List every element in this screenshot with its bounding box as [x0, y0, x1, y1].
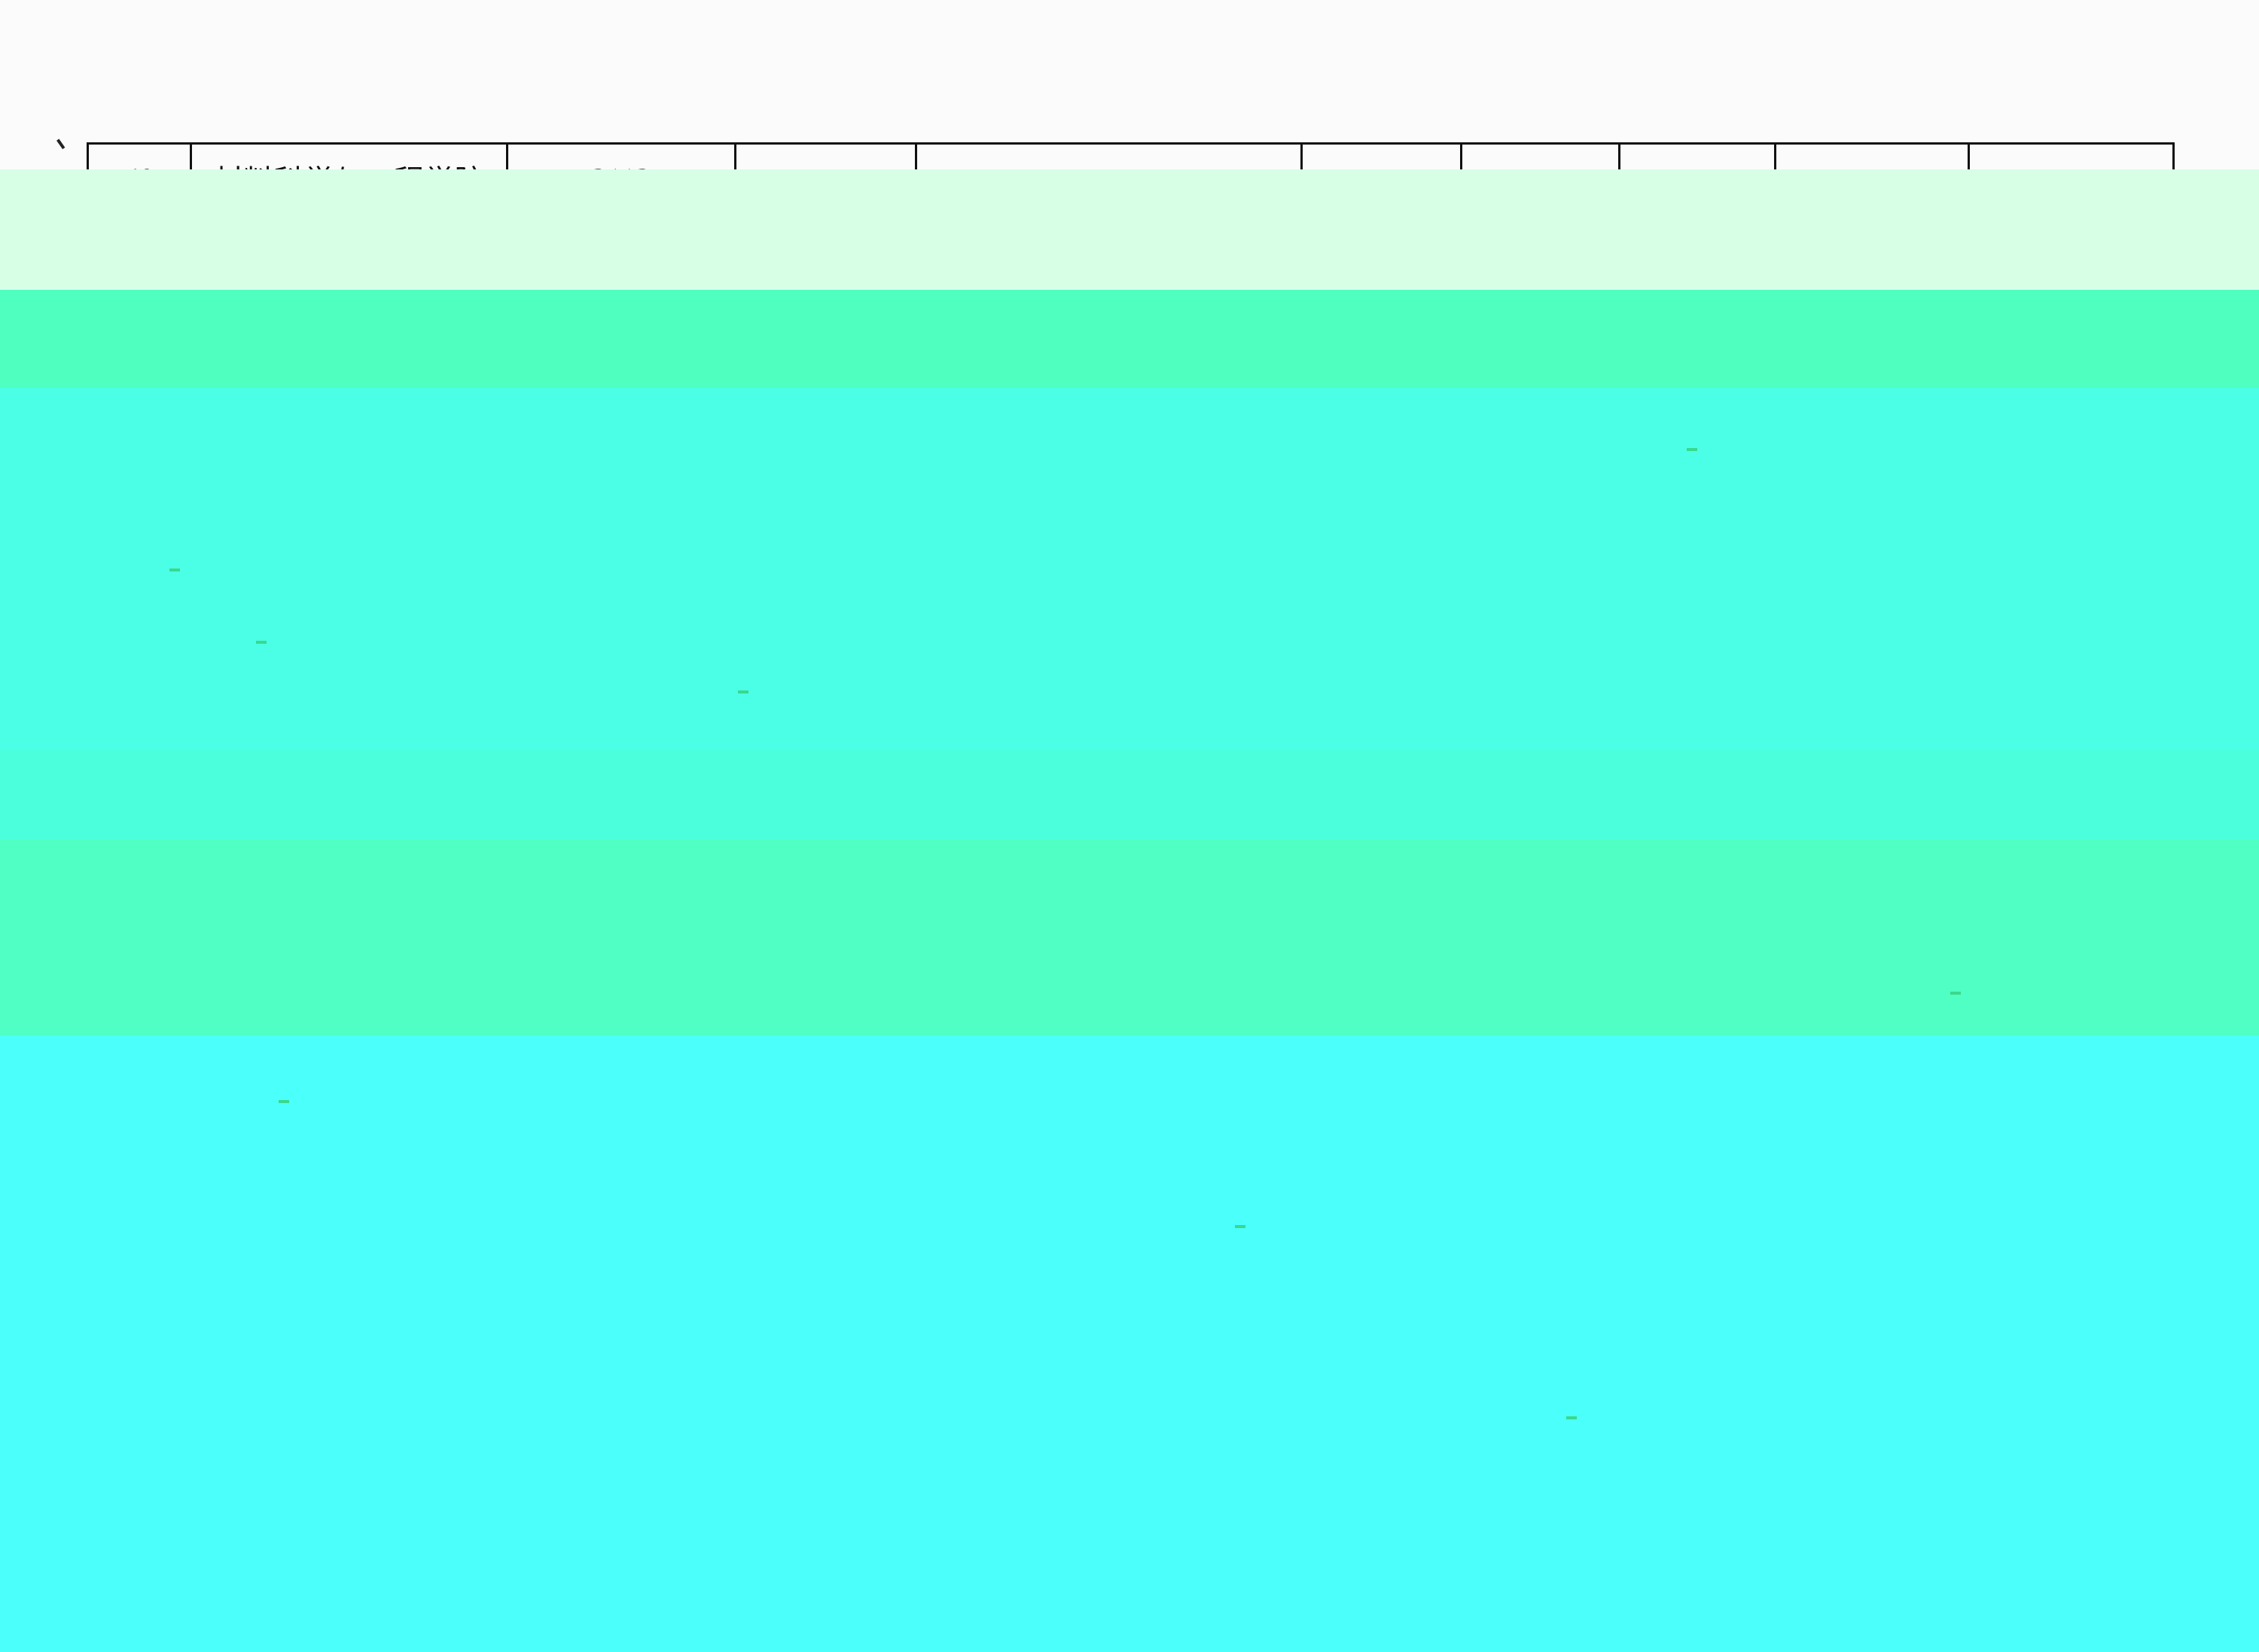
- tick-mark: [56, 135, 70, 150]
- artifact-speck: [1687, 448, 1697, 451]
- overlay-band-cyan-lower: [0, 1035, 2259, 1652]
- artifact-speck: [1235, 1225, 1245, 1228]
- color-overlay: [0, 169, 2259, 1652]
- artifact-speck: [1566, 1416, 1577, 1419]
- document-page-top: 40 材料科学与工程学院 2112: [0, 0, 2259, 215]
- overlay-band-cyan: [0, 388, 2259, 749]
- overlay-band-light: [0, 169, 2259, 290]
- artifact-speck: [279, 1100, 289, 1103]
- overlay-band-green-lower: [0, 840, 2259, 1035]
- artifact-speck: [256, 641, 267, 644]
- artifact-speck: [1950, 992, 1961, 995]
- overlay-band-teal: [0, 749, 2259, 840]
- artifact-speck: [738, 690, 748, 693]
- overlay-band-green: [0, 290, 2259, 388]
- artifact-speck: [169, 568, 180, 571]
